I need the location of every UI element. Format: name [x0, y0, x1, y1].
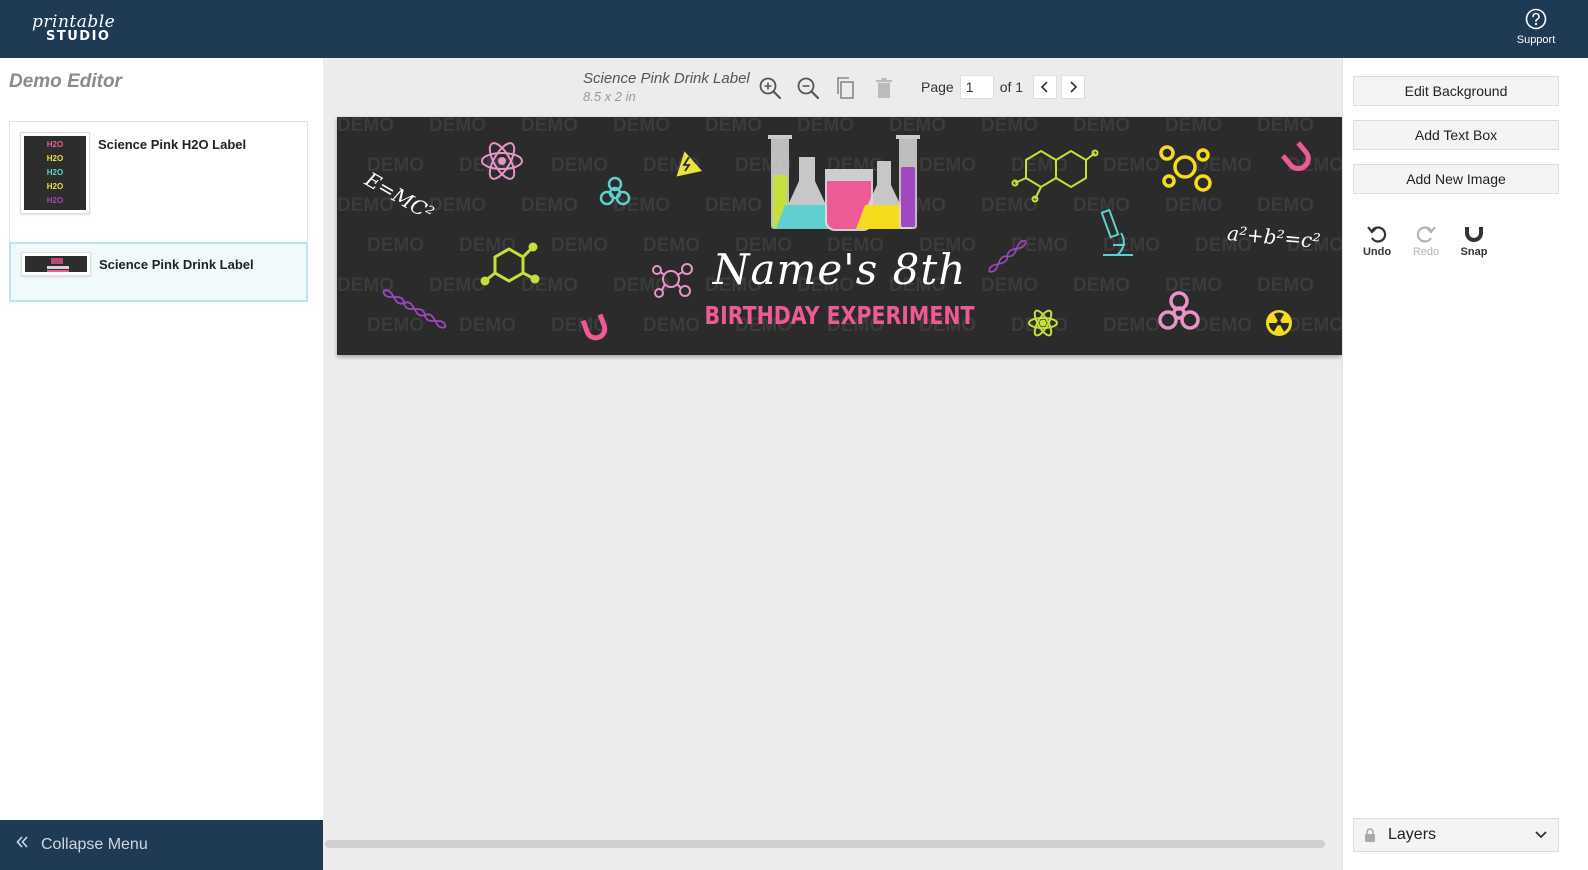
template-item-h2o-label[interactable]: H2O H2O H2O H2O H2O Science Pink H2O Lab… — [9, 121, 308, 243]
left-sidebar: Demo Editor H2O H2O H2O H2O H2O Science … — [0, 58, 323, 870]
label-name-text[interactable]: Name's 8th — [337, 245, 1342, 294]
thumb-text: H2O — [46, 140, 64, 149]
snap-button[interactable]: Snap — [1451, 222, 1497, 258]
previous-page-button[interactable] — [1033, 75, 1058, 99]
chevron-left-icon — [1040, 81, 1048, 93]
beakers-illustration — [768, 135, 920, 231]
duplicate-button[interactable] — [833, 75, 859, 101]
undo-icon — [1367, 226, 1387, 243]
template-list: H2O H2O H2O H2O H2O Science Pink H2O Lab… — [9, 121, 308, 302]
add-new-image-button[interactable]: Add New Image — [1353, 164, 1559, 194]
template-thumbnail: H2O H2O H2O H2O H2O — [20, 132, 90, 214]
collapse-menu-label: Collapse Menu — [41, 836, 148, 853]
zoom-in-button[interactable] — [757, 75, 783, 101]
support-button[interactable]: Support — [1500, 8, 1572, 46]
template-thumbnail — [21, 252, 91, 276]
printable-studio-logo[interactable]: printable STUDIO — [32, 14, 115, 44]
horizontal-scrollbar[interactable] — [325, 840, 1325, 848]
add-text-box-button[interactable]: Add Text Box — [1353, 120, 1559, 150]
zoom-out-icon — [797, 77, 820, 100]
document-size: 8.5 x 2 in — [583, 89, 636, 104]
edit-background-button[interactable]: Edit Background — [1353, 76, 1559, 106]
layers-dropdown[interactable]: Layers — [1353, 818, 1559, 852]
label-subtitle-text[interactable]: BIRTHDAY EXPERIMENT — [427, 301, 1251, 330]
molecule-network-icon — [1011, 149, 1099, 203]
page-number-input[interactable] — [959, 75, 994, 99]
document-info: Science Pink Drink Label 8.5 x 2 in — [583, 70, 750, 104]
molecule-icon — [1159, 145, 1212, 192]
undo-button[interactable]: Undo — [1354, 222, 1400, 258]
template-item-drink-label[interactable]: Science Pink Drink Label — [9, 242, 308, 302]
chevron-right-icon — [1070, 81, 1078, 93]
double-chevron-left-icon — [16, 834, 28, 853]
next-page-button[interactable] — [1061, 75, 1086, 99]
template-name: Science Pink Drink Label — [99, 257, 254, 272]
redo-icon — [1416, 226, 1436, 243]
thumb-text: H2O — [46, 182, 64, 191]
trash-icon — [876, 78, 892, 98]
thumb-text: H2O — [46, 154, 64, 163]
template-name: Science Pink H2O Label — [98, 137, 247, 152]
snap-label: Snap — [1460, 246, 1488, 258]
support-label: Support — [1516, 34, 1556, 46]
label-design-canvas[interactable]: DEMO DEMO DEMO DEMO DEMO DEMO DEMO DEMO DEMO DEMO… — [337, 117, 1342, 355]
atom-icon — [481, 142, 523, 180]
collapse-menu-button[interactable]: Collapse Menu — [0, 820, 323, 870]
page-controls: Page of 1 — [921, 74, 1086, 100]
page-total: of 1 — [999, 79, 1024, 95]
zoom-out-button[interactable] — [795, 75, 821, 101]
biohazard-icon — [599, 176, 631, 206]
warning-triangle-icon — [676, 151, 703, 177]
chevron-down-icon — [1535, 831, 1547, 839]
radiation-icon — [1266, 310, 1292, 336]
lock-icon — [1365, 828, 1375, 842]
sidebar-title: Demo Editor — [9, 71, 122, 92]
delete-button[interactable] — [871, 75, 897, 101]
magnet-snap-icon — [1465, 223, 1483, 242]
magnet-icon — [1280, 141, 1311, 171]
thumb-text: H2O — [46, 196, 64, 205]
canvas-area: Science Pink Drink Label 8.5 x 2 in Page — [323, 58, 1342, 870]
undo-label: Undo — [1362, 246, 1392, 258]
logo-block-text: STUDIO — [46, 29, 111, 44]
document-title: Science Pink Drink Label — [583, 70, 750, 87]
layers-label: Layers — [1388, 826, 1437, 843]
redo-label: Redo — [1412, 246, 1440, 258]
redo-button[interactable]: Redo — [1403, 222, 1449, 258]
copy-icon — [837, 77, 854, 99]
help-circle-icon — [1525, 8, 1547, 30]
zoom-in-icon — [759, 77, 782, 100]
top-bar: printable STUDIO Support — [0, 0, 1588, 58]
page-label: Page — [921, 79, 954, 95]
thumb-text: H2O — [46, 168, 64, 177]
right-panel: Edit Background Add Text Box Add New Ima… — [1342, 58, 1588, 870]
